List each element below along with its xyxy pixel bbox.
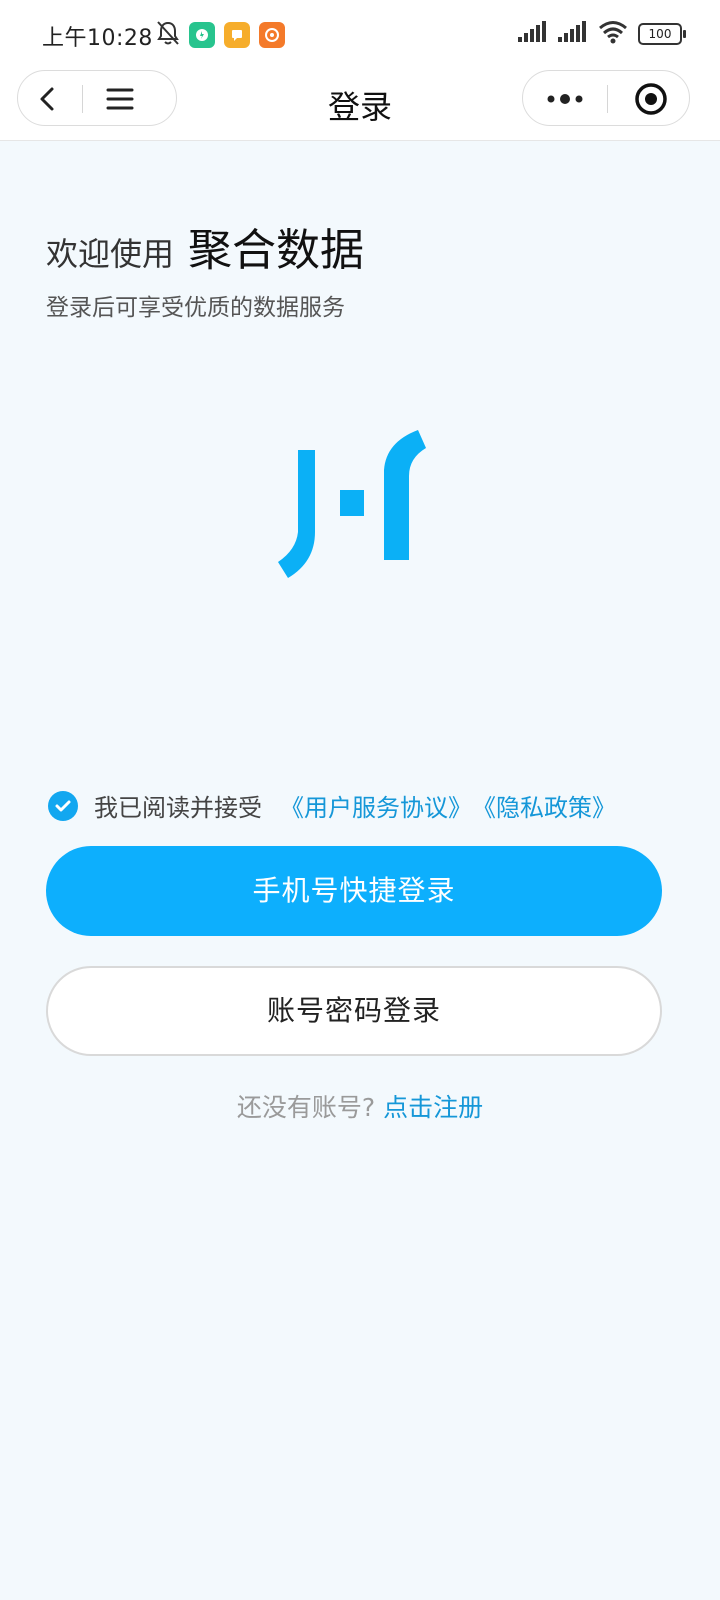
wifi-icon <box>598 20 628 48</box>
close-miniprogram-icon[interactable] <box>633 81 669 117</box>
app-icon-yellow <box>224 22 250 48</box>
status-time: 上午10:28 <box>42 26 153 51</box>
signal-icon <box>558 21 588 47</box>
app-icon-orange <box>259 22 285 48</box>
status-bar: 上午10:28 100 <box>0 0 720 68</box>
bell-off-icon <box>156 20 180 50</box>
welcome-heading: 欢迎使用 聚合数据 <box>46 214 364 278</box>
register-row: 还没有账号? 点击注册 <box>0 1088 720 1124</box>
welcome-prefix: 欢迎使用 <box>46 235 175 273</box>
app-icon-green <box>189 22 215 48</box>
battery-icon: 100 <box>638 23 686 45</box>
agreement-row: 我已阅读并接受 《用户服务协议》 《隐私政策》 <box>48 788 616 823</box>
status-icons-right: 100 <box>518 20 686 48</box>
password-login-button[interactable]: 账号密码登录 <box>46 966 662 1056</box>
app-logo <box>278 428 432 580</box>
signal-icon <box>518 21 548 47</box>
welcome-subtitle: 登录后可享受优质的数据服务 <box>46 295 345 321</box>
register-question: 还没有账号? <box>236 1093 376 1122</box>
app-name: 聚合数据 <box>188 225 365 276</box>
capsule-divider <box>607 85 608 113</box>
privacy-policy-link[interactable]: 《隐私政策》 <box>472 788 616 823</box>
phone-login-button[interactable]: 手机号快捷登录 <box>46 846 662 936</box>
nav-bar: 登录 <box>0 68 720 141</box>
user-agreement-link[interactable]: 《用户服务协议》 <box>280 788 472 823</box>
nav-capsule-right <box>522 70 690 126</box>
more-icon[interactable] <box>543 83 587 115</box>
register-link[interactable]: 点击注册 <box>383 1093 483 1122</box>
agreement-checkbox[interactable] <box>48 790 78 821</box>
status-icons-left <box>156 20 285 50</box>
agreement-text: 我已阅读并接受 <box>94 794 262 822</box>
